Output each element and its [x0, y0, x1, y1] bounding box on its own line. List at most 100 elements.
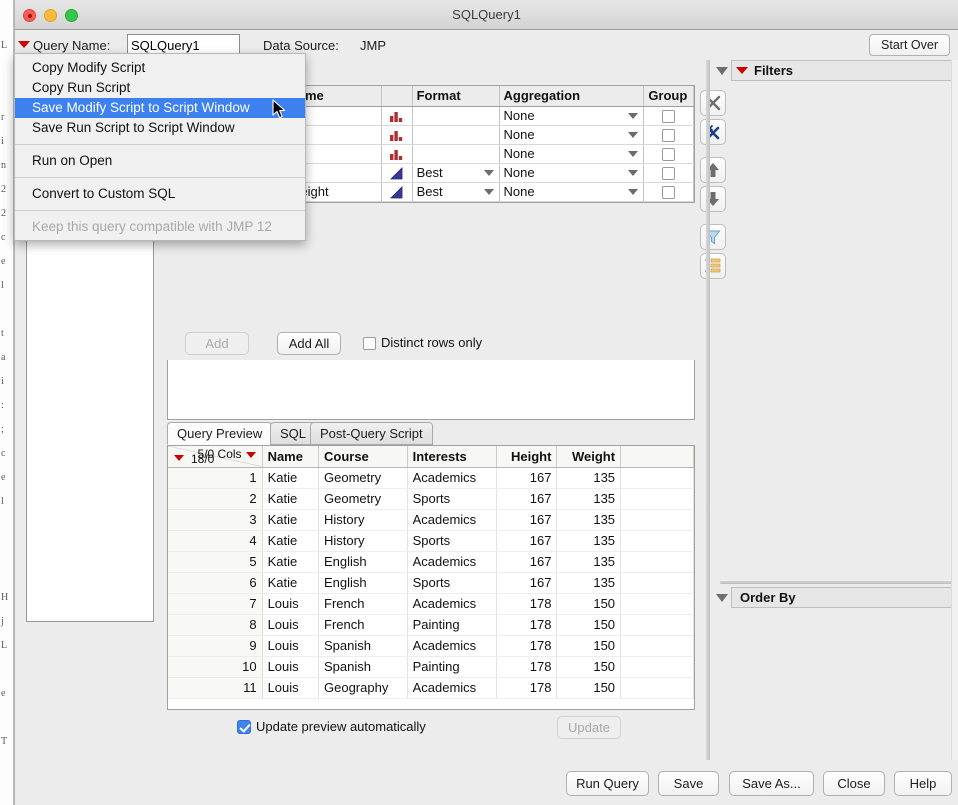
cell-course[interactable]: French — [318, 593, 408, 615]
cell-height[interactable]: 167 — [496, 467, 558, 489]
cell-weight[interactable]: 150 — [556, 656, 622, 678]
row-number-cell[interactable]: 1 — [168, 467, 263, 489]
preview-col-header-name[interactable]: Name — [262, 446, 320, 468]
cell-name[interactable]: Katie — [262, 467, 320, 489]
cell-interests[interactable]: Academics — [407, 593, 497, 615]
tab-post-query-script[interactable]: Post-Query Script — [310, 422, 433, 445]
cell-blank[interactable] — [620, 677, 694, 699]
table-row[interactable]: 3 Katie History Academics 167 135 — [168, 509, 694, 531]
cell-blank[interactable] — [620, 572, 694, 594]
column-grid-group-cell[interactable] — [643, 106, 694, 126]
column-grid-aggregation-cell[interactable]: None — [499, 125, 645, 145]
update-button[interactable]: Update — [557, 716, 621, 739]
menu-item-save-modify-script-to-script-window[interactable]: Save Modify Script to Script Window — [15, 98, 305, 118]
row-number-cell[interactable]: 9 — [168, 635, 263, 657]
cell-interests[interactable]: Sports — [407, 488, 497, 510]
row-number-cell[interactable]: 8 — [168, 614, 263, 636]
cell-height[interactable]: 167 — [496, 572, 558, 594]
checkbox-checked-icon[interactable] — [237, 720, 251, 734]
query-menu-red-triangle-icon[interactable] — [18, 41, 30, 48]
chevron-down-icon[interactable] — [628, 112, 639, 119]
preview-col-header-weight[interactable]: Weight — [556, 446, 622, 468]
cell-blank[interactable] — [620, 530, 694, 552]
cell-name[interactable]: Katie — [262, 551, 320, 573]
column-grid-group-cell[interactable] — [643, 144, 694, 164]
table-row[interactable]: 1 Katie Geometry Academics 167 135 — [168, 467, 694, 489]
cell-name[interactable]: Louis — [262, 614, 320, 636]
cell-height[interactable]: 167 — [496, 551, 558, 573]
chevron-down-icon[interactable] — [628, 188, 639, 195]
menu-item-copy-modify-script[interactable]: Copy Modify Script — [15, 58, 305, 78]
cell-course[interactable]: French — [318, 614, 408, 636]
table-row[interactable]: 7 Louis French Academics 178 150 — [168, 593, 694, 615]
cell-interests[interactable]: Sports — [407, 572, 497, 594]
row-number-cell[interactable]: 3 — [168, 509, 263, 531]
cell-height[interactable]: 178 — [496, 593, 558, 615]
cell-course[interactable]: English — [318, 551, 408, 573]
column-grid-aggregation-cell[interactable]: None — [499, 144, 645, 164]
cell-blank[interactable] — [620, 614, 694, 636]
cell-height[interactable]: 178 — [496, 656, 558, 678]
query-context-menu[interactable]: Copy Modify Script Copy Run Script Save Mo… — [14, 53, 306, 241]
cell-interests[interactable]: Academics — [407, 677, 497, 699]
cell-weight[interactable]: 135 — [556, 572, 622, 594]
panel-divider[interactable] — [706, 60, 710, 760]
column-grid-format-cell[interactable] — [412, 125, 500, 145]
cell-course[interactable]: History — [318, 530, 408, 552]
cell-name[interactable]: Louis — [262, 593, 320, 615]
cell-course[interactable]: Geometry — [318, 467, 408, 489]
cell-height[interactable]: 178 — [496, 677, 558, 699]
col-header-format[interactable]: Format — [412, 86, 500, 107]
col-header-aggregation[interactable]: Aggregation — [499, 86, 645, 107]
disclosure-triangle-icon[interactable] — [716, 67, 728, 75]
chevron-down-icon[interactable] — [483, 188, 494, 195]
preview-col-header-height[interactable]: Height — [496, 446, 558, 468]
filters-menu-red-triangle-icon[interactable] — [736, 67, 748, 74]
table-row[interactable]: 8 Louis French Painting 178 150 — [168, 614, 694, 636]
cell-name[interactable]: Louis — [262, 635, 320, 657]
cell-height[interactable]: 178 — [496, 635, 558, 657]
rows-menu-red-triangle-icon[interactable] — [174, 454, 184, 461]
column-grid-type-cell[interactable] — [381, 144, 413, 164]
chevron-down-icon[interactable] — [483, 169, 494, 176]
chevron-down-icon[interactable] — [628, 131, 639, 138]
cols-menu-red-triangle-icon[interactable] — [245, 452, 256, 458]
column-grid-type-cell[interactable] — [381, 125, 413, 145]
cell-blank[interactable] — [620, 656, 694, 678]
column-grid-format-cell[interactable] — [412, 144, 500, 164]
group-checkbox[interactable] — [662, 167, 676, 181]
table-row[interactable]: 10 Louis Spanish Painting 178 150 — [168, 656, 694, 678]
row-number-cell[interactable]: 5 — [168, 551, 263, 573]
cell-blank[interactable] — [620, 551, 694, 573]
tab-query-preview[interactable]: Query Preview — [167, 422, 273, 445]
row-number-cell[interactable]: 6 — [168, 572, 263, 594]
cell-course[interactable]: History — [318, 509, 408, 531]
save-as-button[interactable]: Save As... — [729, 771, 814, 796]
save-button[interactable]: Save — [658, 771, 719, 796]
table-row[interactable]: 5 Katie English Academics 167 135 — [168, 551, 694, 573]
cell-weight[interactable]: 135 — [556, 488, 622, 510]
cell-name[interactable]: Louis — [262, 677, 320, 699]
group-checkbox[interactable] — [662, 110, 676, 124]
table-row[interactable]: 11 Louis Geography Academics 178 150 — [168, 677, 694, 699]
menu-item-copy-run-script[interactable]: Copy Run Script — [15, 78, 305, 98]
cell-interests[interactable]: Academics — [407, 467, 497, 489]
chevron-down-icon[interactable] — [628, 150, 639, 157]
cell-blank[interactable] — [620, 509, 694, 531]
column-grid-format-cell[interactable]: Best — [412, 182, 500, 202]
close-button[interactable]: Close — [823, 771, 885, 796]
cell-name[interactable]: Katie — [262, 572, 320, 594]
distinct-rows-only-checkbox[interactable]: Distinct rows only — [363, 335, 482, 351]
update-preview-automatically-checkbox[interactable]: Update preview automatically — [237, 719, 426, 734]
cell-weight[interactable]: 135 — [556, 530, 622, 552]
column-grid-group-cell[interactable] — [643, 182, 694, 202]
filters-body[interactable] — [731, 83, 953, 586]
table-row[interactable]: 2 Katie Geometry Sports 167 135 — [168, 488, 694, 510]
order-by-body[interactable] — [731, 610, 953, 750]
group-checkbox[interactable] — [662, 148, 676, 162]
cell-course[interactable]: Geometry — [318, 488, 408, 510]
checkbox-box[interactable] — [363, 337, 376, 351]
cell-name[interactable]: Louis — [262, 656, 320, 678]
cell-weight[interactable]: 135 — [556, 551, 622, 573]
cell-height[interactable]: 167 — [496, 530, 558, 552]
